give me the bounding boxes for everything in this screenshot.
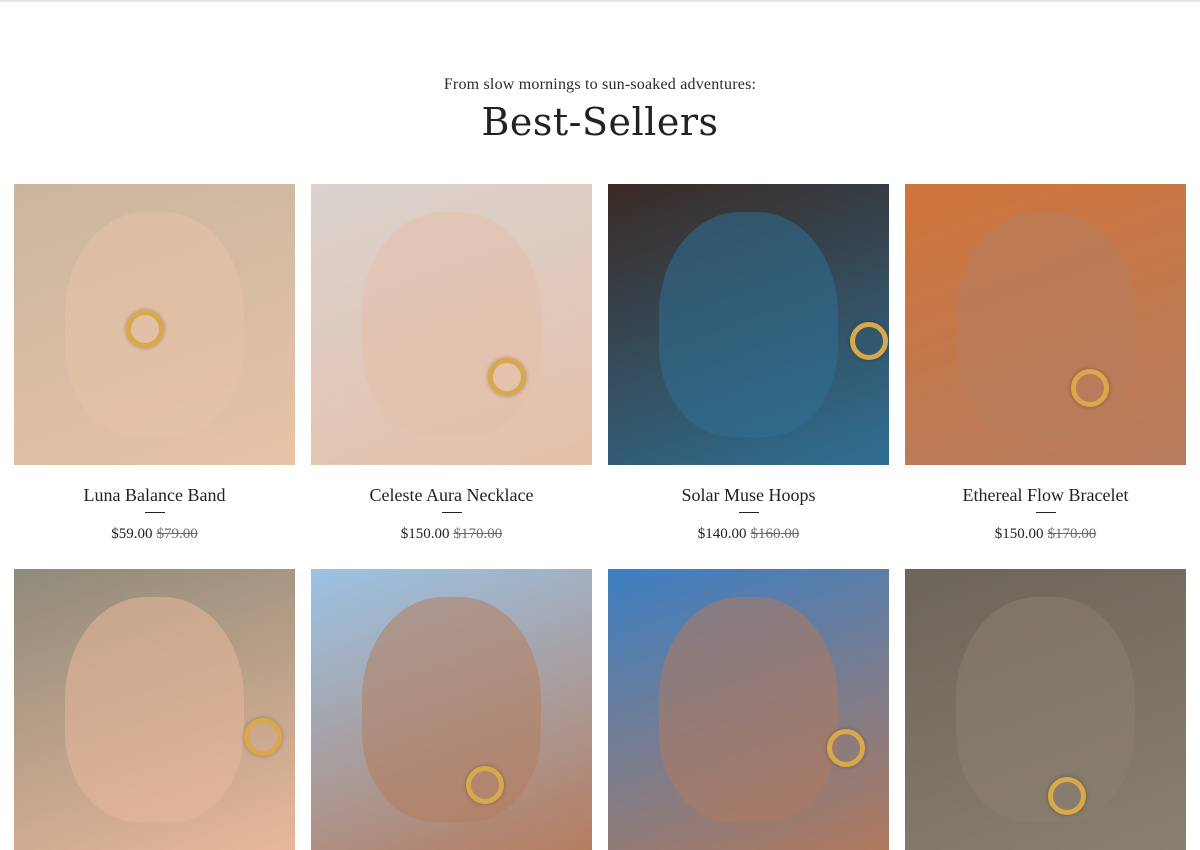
name-divider (738, 512, 759, 513)
product-image[interactable] (311, 569, 592, 850)
name-divider (441, 512, 462, 513)
product-image[interactable] (905, 184, 1186, 465)
product-card[interactable] (311, 569, 592, 850)
product-image[interactable] (14, 569, 295, 850)
product-card[interactable]: Celeste Aura Necklace $150.00 $170.00 (311, 184, 592, 543)
product-name[interactable]: Luna Balance Band (14, 485, 295, 506)
jewelry-icon (1048, 776, 1087, 815)
jewelry-icon (827, 729, 866, 768)
photo-subject (361, 212, 542, 437)
photo-subject (658, 212, 839, 437)
name-divider (1035, 512, 1056, 513)
jewelry-icon (849, 321, 888, 360)
product-card[interactable]: Luna Balance Band $59.00 $79.00 (14, 184, 295, 543)
product-original-price: $170.00 (1047, 526, 1097, 542)
photo-subject (955, 597, 1136, 822)
photo-subject (658, 597, 839, 822)
product-card[interactable] (14, 569, 295, 850)
best-sellers-header: From slow mornings to sun-soaked adventu… (0, 76, 1200, 144)
jewelry-icon (488, 358, 527, 397)
product-price: $150.00 (400, 526, 450, 542)
product-image[interactable] (905, 569, 1186, 850)
product-info: Ethereal Flow Bracelet $150.00 $170.00 (905, 485, 1186, 543)
product-card[interactable]: Ethereal Flow Bracelet $150.00 $170.00 (905, 184, 1186, 543)
product-name[interactable]: Solar Muse Hoops (608, 485, 889, 506)
product-original-price: $170.00 (453, 526, 503, 542)
product-info: Luna Balance Band $59.00 $79.00 (14, 485, 295, 543)
jewelry-icon (244, 717, 283, 756)
product-image[interactable] (311, 184, 592, 465)
product-image[interactable] (608, 184, 889, 465)
header-divider (0, 0, 1200, 2)
name-divider (144, 512, 165, 513)
product-price: $59.00 (111, 526, 153, 542)
product-image[interactable] (608, 569, 889, 850)
product-name[interactable]: Ethereal Flow Bracelet (905, 485, 1186, 506)
photo-subject (361, 597, 542, 822)
jewelry-icon (465, 765, 504, 804)
product-info: Solar Muse Hoops $140.00 $160.00 (608, 485, 889, 543)
product-price: $140.00 (697, 526, 747, 542)
product-original-price: $79.00 (156, 526, 198, 542)
product-card[interactable] (608, 569, 889, 850)
product-image[interactable] (14, 184, 295, 465)
product-card[interactable] (905, 569, 1186, 850)
product-card[interactable]: Solar Muse Hoops $140.00 $160.00 (608, 184, 889, 543)
section-subtitle: From slow mornings to sun-soaked adventu… (443, 76, 757, 93)
product-original-price: $160.00 (750, 526, 800, 542)
photo-subject (955, 212, 1136, 437)
product-price: $150.00 (994, 526, 1044, 542)
jewelry-icon (1070, 369, 1109, 408)
section-title: Best-Sellers (481, 100, 719, 144)
product-name[interactable]: Celeste Aura Necklace (311, 485, 592, 506)
photo-subject (64, 597, 245, 822)
product-info: Celeste Aura Necklace $150.00 $170.00 (311, 485, 592, 543)
